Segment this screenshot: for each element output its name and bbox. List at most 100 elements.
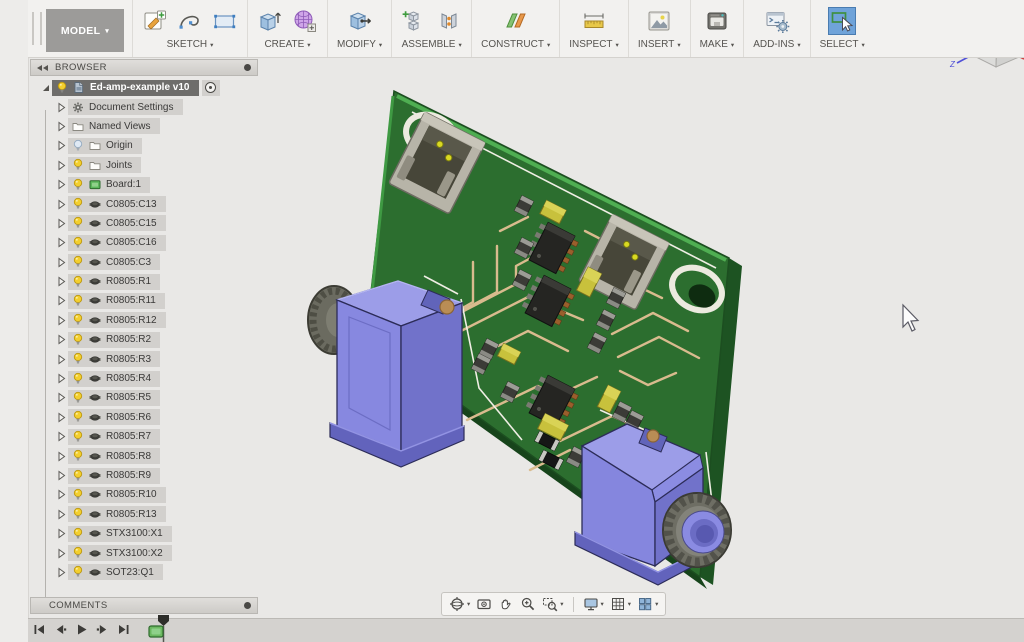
chevron-down-icon[interactable]: ▾ [601,600,604,608]
display-settings-button[interactable]: ▾ [583,596,604,612]
visibility-bulb-on-icon[interactable] [72,391,84,405]
expander-icon[interactable] [55,217,68,230]
tree-item[interactable]: R0805:R10 [68,487,166,503]
expander-icon[interactable] [55,333,68,346]
tree-row-c0805-c3[interactable]: C0805:C3 [30,253,258,272]
orbit-button[interactable]: ▾ [449,596,470,612]
chevron-down-icon[interactable]: ▾ [655,600,658,608]
tree-item[interactable]: C0805:C3 [68,254,160,270]
expander-icon[interactable] [55,430,68,443]
visibility-bulb-on-icon[interactable] [72,546,84,560]
expander-icon[interactable] [55,236,68,249]
expander-icon[interactable] [55,159,68,172]
tree-row-r0805-r2[interactable]: R0805:R2 [30,330,258,349]
chevron-down-icon[interactable]: ▾ [467,600,470,608]
expander-icon[interactable] [55,178,68,191]
tree-item[interactable]: R0805:R6 [68,409,160,425]
tree-row-r0805-r1[interactable]: R0805:R1 [30,272,258,291]
tree-item[interactable]: R0805:R9 [68,468,160,484]
expander-open-icon[interactable] [39,81,52,94]
extrude-box-icon[interactable] [257,8,283,34]
tree-item[interactable]: STX3100:X1 [68,526,172,542]
toolbar-menu-addins[interactable]: ADD-INS▾ [753,39,800,50]
collapse-panel-icon[interactable] [37,65,48,71]
tree-row-r0805-r11[interactable]: R0805:R11 [30,291,258,310]
visibility-bulb-on-icon[interactable] [72,178,84,192]
tree-row-stx3100-x1[interactable]: STX3100:X1 [30,524,258,543]
tree-row-joints[interactable]: Joints [30,156,258,175]
visibility-bulb-on-icon[interactable] [72,352,84,366]
panel-options-icon[interactable] [244,64,251,71]
expander-icon[interactable] [55,294,68,307]
tree-row-r0805-r8[interactable]: R0805:R8 [30,446,258,465]
expander-icon[interactable] [55,547,68,560]
new-component-icon[interactable] [401,8,427,34]
tree-item[interactable]: R0805:R4 [68,371,160,387]
tree-item[interactable]: Named Views [68,118,160,134]
tree-row-r0805-r4[interactable]: R0805:R4 [30,369,258,388]
look-at-button[interactable] [476,596,492,612]
visibility-bulb-on-icon[interactable] [72,333,84,347]
tree-item[interactable]: Ed-amp-example v10 [52,80,199,96]
active-component-radio[interactable] [202,80,220,96]
tree-item[interactable]: Origin [68,138,142,154]
toolbar-menu-select[interactable]: SELECT▾ [820,39,865,50]
tree-item[interactable]: C0805:C13 [68,196,166,212]
toolbar-menu-insert[interactable]: INSERT▾ [638,39,681,50]
expander-icon[interactable] [55,372,68,385]
tree-item[interactable]: R0805:R1 [68,274,160,290]
timeline-marker[interactable] [158,615,169,626]
tree-row-c0805-c13[interactable]: C0805:C13 [30,194,258,213]
chevron-down-icon[interactable]: ▾ [560,600,563,608]
tree-row-r0805-r5[interactable]: R0805:R5 [30,388,258,407]
construct-plane-icon[interactable] [503,8,529,34]
visibility-bulb-on-icon[interactable] [72,236,84,250]
expander-icon[interactable] [55,353,68,366]
tree-row-document-settings[interactable]: Document Settings [30,97,258,116]
tree-item[interactable]: R0805:R12 [68,312,166,328]
tree-item[interactable]: Document Settings [68,99,183,115]
tree-item[interactable]: R0805:R13 [68,506,166,522]
audio-jack-left[interactable] [308,281,464,467]
play-button[interactable] [75,623,88,636]
go-to-start-button[interactable] [33,623,46,636]
expander-icon[interactable] [55,139,68,152]
tree-row-r0805-r10[interactable]: R0805:R10 [30,485,258,504]
select-cursor-icon[interactable] [829,8,855,34]
tree-row-r0805-r6[interactable]: R0805:R6 [30,408,258,427]
expander-icon[interactable] [55,256,68,269]
toolbar-menu-construct[interactable]: CONSTRUCT▾ [481,39,550,50]
expander-icon[interactable] [55,314,68,327]
expander-icon[interactable] [55,527,68,540]
grid-settings-button[interactable]: ▾ [610,596,631,612]
visibility-bulb-on-icon[interactable] [72,469,84,483]
create-sketch-icon[interactable] [142,8,168,34]
tree-row-ed-amp-example-v10[interactable]: Ed-amp-example v10 [30,78,258,97]
panel-options-icon[interactable] [244,602,251,609]
visibility-bulb-on-icon[interactable] [72,313,84,327]
expander-icon[interactable] [55,488,68,501]
visibility-bulb-on-icon[interactable] [72,255,84,269]
workspace-switcher[interactable]: MODEL ▾ [46,9,124,52]
visibility-bulb-on-icon[interactable] [72,488,84,502]
zoom-button[interactable] [520,596,536,612]
tree-row-r0805-r9[interactable]: R0805:R9 [30,466,258,485]
chevron-down-icon[interactable]: ▾ [628,600,631,608]
visibility-bulb-on-icon[interactable] [72,294,84,308]
expander-icon[interactable] [55,101,68,114]
tree-item[interactable]: C0805:C16 [68,235,166,251]
tree-item[interactable]: C0805:C15 [68,215,166,231]
press-pull-icon[interactable] [347,8,373,34]
tree-row-named-views[interactable]: Named Views [30,117,258,136]
make-3d-print-icon[interactable] [704,8,730,34]
tree-row-r0805-r12[interactable]: R0805:R12 [30,311,258,330]
toolbar-menu-modify[interactable]: MODIFY▾ [337,39,382,50]
tree-item[interactable]: R0805:R3 [68,351,160,367]
expander-icon[interactable] [55,275,68,288]
pan-button[interactable] [498,596,514,612]
tree-item[interactable]: Joints [68,157,141,173]
visibility-bulb-on-icon[interactable] [72,507,84,521]
tree-row-board-1[interactable]: Board:1 [30,175,258,194]
visibility-bulb-off-icon[interactable] [72,139,84,153]
tree-row-r0805-r13[interactable]: R0805:R13 [30,505,258,524]
